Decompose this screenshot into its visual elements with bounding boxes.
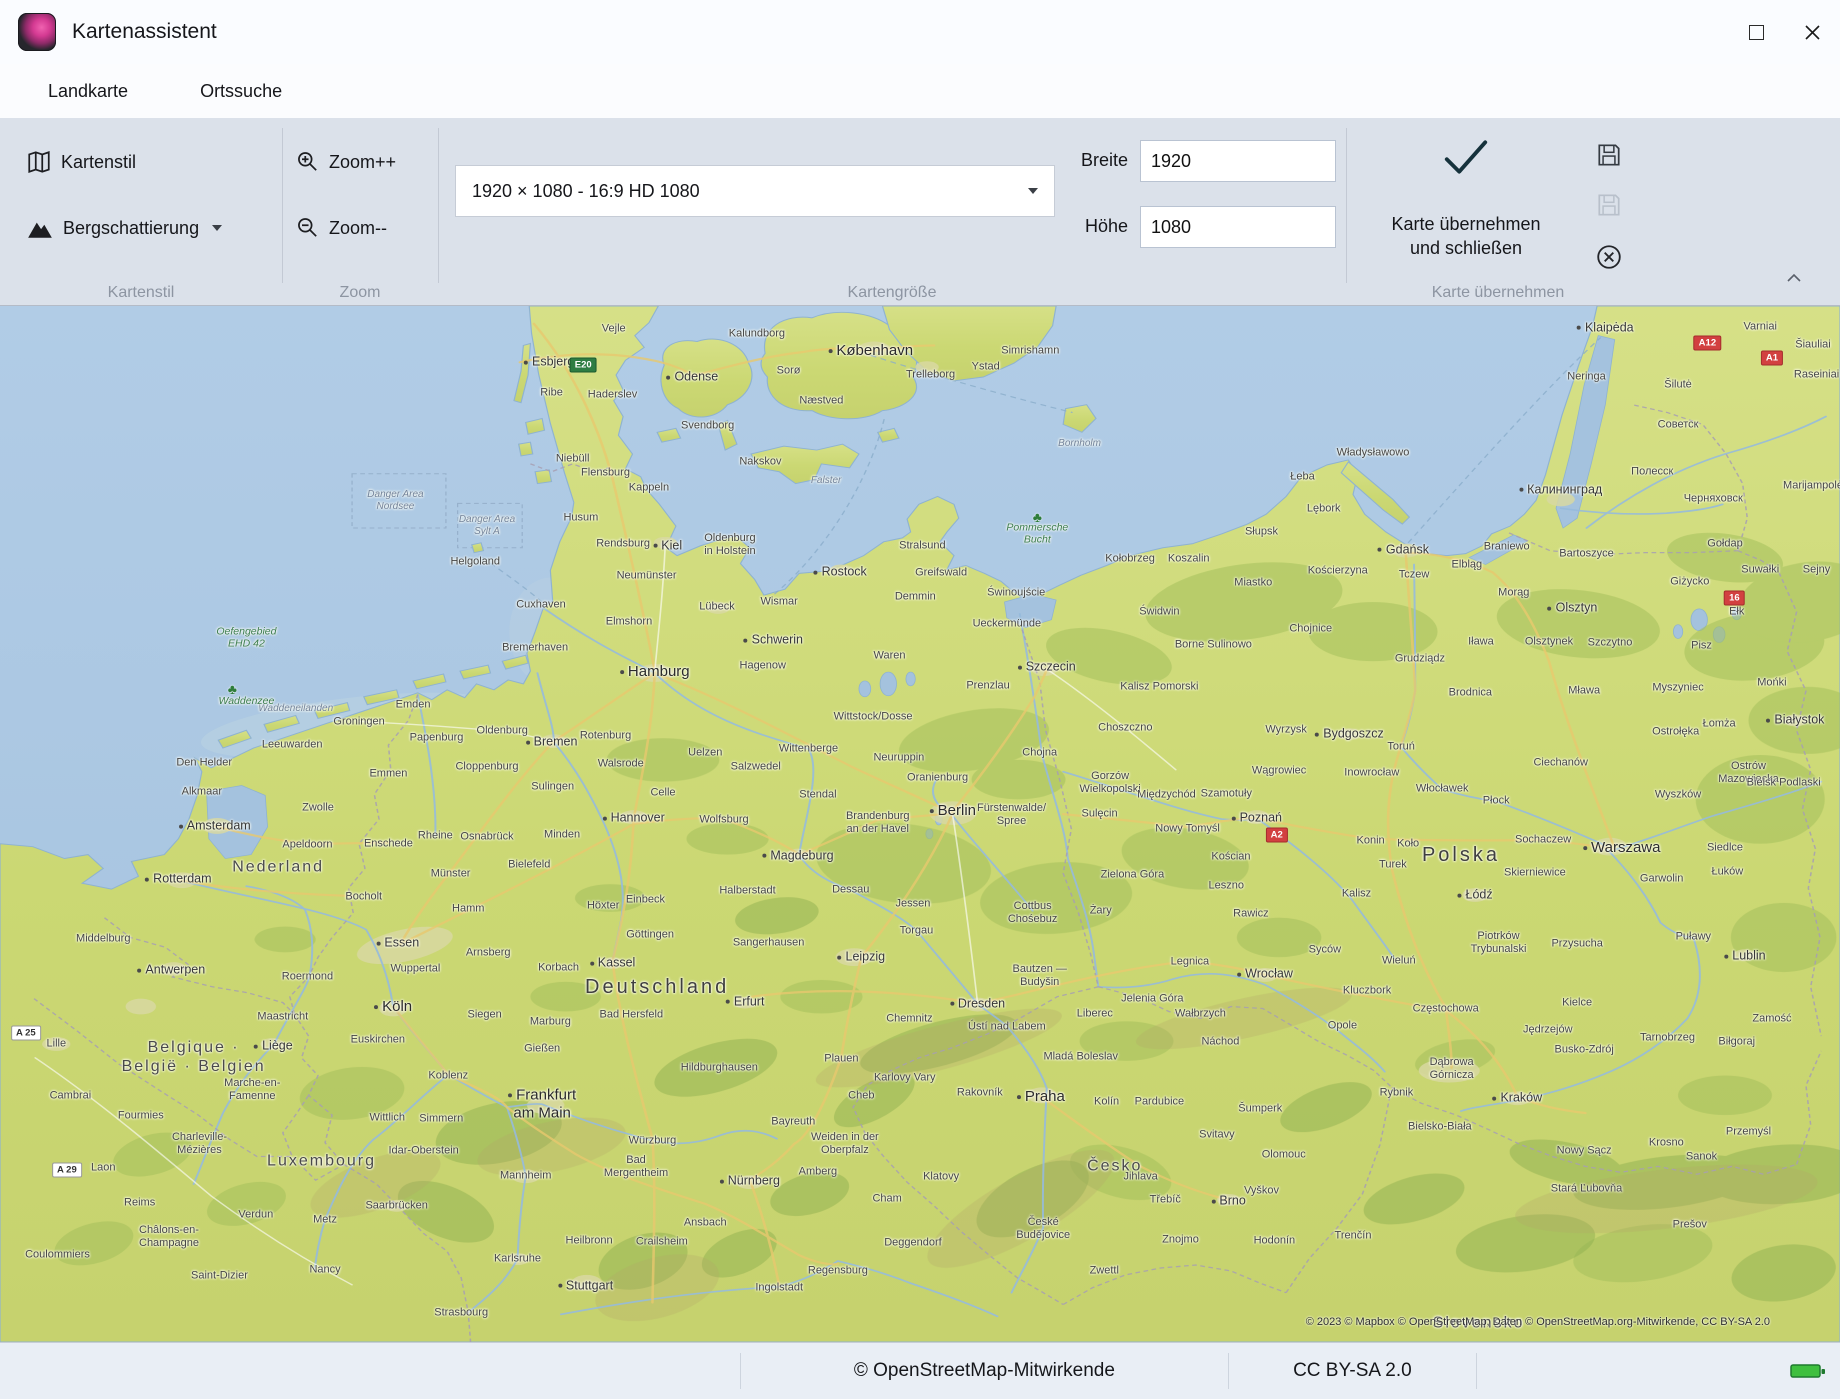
apply-label[interactable]: Karte übernehmen und schließen [1356, 212, 1576, 261]
tab-landkarte[interactable]: Landkarte [48, 81, 128, 102]
statusbar-divider [740, 1353, 741, 1389]
kartenstil-label: Kartenstil [61, 152, 136, 173]
zoom-out-label: Zoom-- [329, 218, 387, 239]
save-icon [1595, 141, 1623, 169]
ribbon-tabs: Landkarte Ortssuche [0, 64, 1840, 118]
chevron-down-icon [212, 225, 222, 231]
battery-icon [1790, 1362, 1826, 1386]
breite-input[interactable] [1140, 140, 1336, 182]
group-divider [282, 128, 283, 283]
kartenstil-button[interactable]: Kartenstil [26, 150, 136, 174]
bergschattierung-label: Bergschattierung [63, 218, 199, 239]
map-icon [26, 150, 52, 174]
save-button[interactable] [1592, 138, 1626, 172]
map-canvas[interactable]: VejleKalundborgKøbenhavnSimrishamnKlaipė… [0, 306, 1840, 1342]
close-button[interactable] [1784, 0, 1840, 64]
window-title: Kartenassistent [72, 20, 217, 44]
osm-attribution: © OpenStreetMap-Mitwirkende [854, 1360, 1115, 1382]
tab-ortssuche[interactable]: Ortssuche [200, 81, 282, 102]
hoehe-label: Höhe [1058, 216, 1128, 237]
collapse-ribbon-button[interactable] [1786, 270, 1802, 288]
mountain-icon [26, 216, 54, 240]
status-bar: © OpenStreetMap-Mitwirkende CC BY-SA 2.0 [0, 1342, 1840, 1399]
title-bar: Kartenassistent [0, 0, 1840, 64]
map-size-select[interactable]: 1920 × 1080 - 16:9 HD 1080 [455, 165, 1055, 217]
statusbar-divider [1476, 1353, 1477, 1389]
group-divider [438, 128, 439, 283]
group-divider [1346, 128, 1347, 283]
chevron-up-icon [1786, 273, 1802, 283]
zoom-in-label: Zoom++ [329, 152, 396, 173]
ribbon: Kartenstil Bergschattierung Zoom++ Zoom-… [0, 118, 1840, 306]
group-caption-uebernehmen: Karte übernehmen [1432, 284, 1565, 302]
chevron-down-icon [1028, 188, 1038, 194]
cancel-button[interactable] [1592, 240, 1626, 274]
save-disabled-icon [1595, 191, 1623, 219]
cancel-icon [1595, 243, 1623, 271]
save-as-button-disabled[interactable] [1592, 188, 1626, 222]
maximize-button[interactable] [1728, 0, 1784, 64]
zoom-in-button[interactable]: Zoom++ [296, 150, 396, 174]
hoehe-input[interactable] [1140, 206, 1336, 248]
apply-button[interactable] [1440, 134, 1492, 185]
group-caption-kartengroesse: Kartengröße [848, 284, 937, 302]
close-icon [1805, 25, 1820, 40]
group-caption-zoom: Zoom [340, 284, 381, 302]
maximize-icon [1749, 25, 1764, 40]
map-size-value: 1920 × 1080 - 16:9 HD 1080 [472, 181, 1024, 202]
zoom-in-icon [296, 150, 320, 174]
zoom-out-icon [296, 216, 320, 240]
zoom-out-button[interactable]: Zoom-- [296, 216, 387, 240]
statusbar-divider [1228, 1353, 1229, 1389]
map-image [0, 306, 1840, 1342]
apply-check-icon [1440, 134, 1492, 180]
license-label: CC BY-SA 2.0 [1293, 1360, 1412, 1382]
app-window: Kartenassistent Landkarte Ortssuche Kart… [0, 0, 1840, 1399]
bergschattierung-button[interactable]: Bergschattierung [26, 216, 222, 240]
group-caption-kartenstil: Kartenstil [108, 284, 175, 302]
breite-label: Breite [1058, 150, 1128, 171]
app-icon [18, 13, 56, 51]
